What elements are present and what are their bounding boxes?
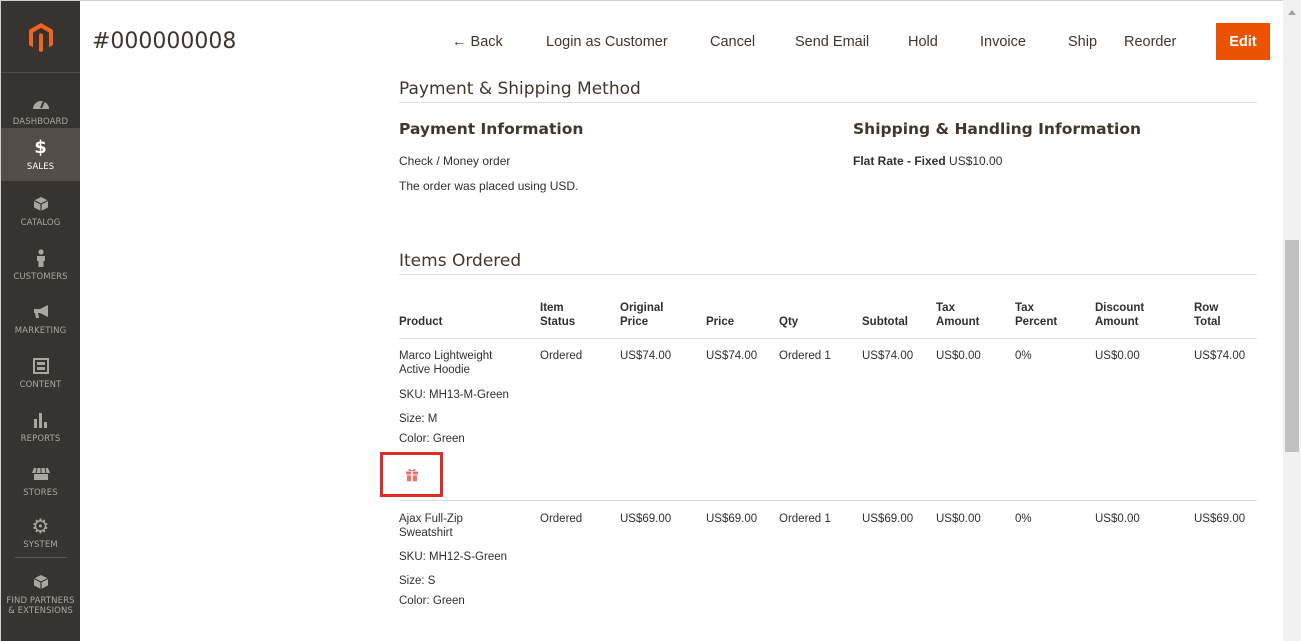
magento-logo[interactable] (1, 1, 80, 73)
page-title: #000000008 (92, 29, 237, 54)
reorder-button[interactable]: Reorder (1124, 24, 1176, 60)
login-as-customer-button[interactable]: Login as Customer (546, 24, 668, 60)
product-color: Color: Green (399, 595, 465, 607)
price: US$74.00 (706, 350, 758, 362)
column-header-qty: Qty (779, 316, 799, 328)
magento-logo-icon (28, 22, 53, 52)
section-divider (399, 102, 1257, 103)
sidebar-item-find-partners[interactable]: FIND PARTNERS & EXTENSIONS (1, 563, 80, 625)
tax-amount: US$0.00 (936, 350, 981, 362)
column-header-subtotal: Subtotal (862, 316, 908, 328)
product-sku: SKU: MH13-M-Green (399, 389, 509, 401)
sidebar-item-label: DASHBOARD (12, 117, 69, 127)
tax-percent: 0% (1015, 350, 1032, 362)
send-email-button[interactable]: Send Email (795, 24, 869, 60)
product-color: Color: Green (399, 433, 465, 445)
sidebar-item-system[interactable]: ⚙ SYSTEM (1, 506, 80, 560)
sidebar-item-stores[interactable]: STORES (1, 454, 80, 508)
items-ordered-section-title: Items Ordered (399, 251, 522, 271)
sidebar-item-sales[interactable]: $ SALES (1, 128, 80, 181)
discount-amount: US$0.00 (1095, 513, 1140, 525)
dashboard-icon (31, 93, 51, 113)
sidebar-item-reports[interactable]: REPORTS (1, 400, 80, 454)
dollar-icon: $ (34, 137, 47, 158)
product-name: Ajax Full-Zip Sweatshirt (399, 513, 463, 539)
original-price: US$69.00 (620, 513, 672, 525)
payment-method: Check / Money order (399, 154, 511, 168)
table-header-divider (399, 338, 1257, 339)
payment-currency-note: The order was placed using USD. (399, 179, 579, 193)
product-size: Size: M (399, 413, 438, 425)
sidebar-item-label: STORES (23, 488, 58, 498)
sidebar-item-label: REPORTS (20, 434, 61, 444)
store-icon (31, 464, 51, 484)
gear-icon: ⚙ (31, 514, 50, 538)
column-header-tax-percent: Tax Percent (1015, 302, 1058, 328)
item-status: Ordered (540, 350, 583, 362)
bar-chart-icon (31, 410, 51, 430)
sidebar-item-label: CATALOG (20, 218, 61, 228)
shipping-handling-title: Shipping & Handling Information (853, 120, 1142, 138)
admin-sidebar: DASHBOARD $ SALES CATALOG CUSTOMERS MARK… (1, 1, 80, 641)
discount-amount: US$0.00 (1095, 350, 1140, 362)
payment-shipping-section-title: Payment & Shipping Method (399, 79, 641, 99)
cancel-button[interactable]: Cancel (710, 24, 755, 60)
column-header-item-status: Item Status (540, 302, 576, 328)
sidebar-item-customers[interactable]: CUSTOMERS (1, 238, 80, 292)
invoice-button[interactable]: Invoice (980, 24, 1026, 60)
gift-icon[interactable] (405, 468, 419, 482)
gift-options-highlight[interactable] (380, 452, 443, 497)
scroll-up-arrow-icon[interactable] (1288, 10, 1296, 15)
shipping-method: Flat Rate - Fixed US$10.00 (853, 154, 1003, 168)
column-header-price: Price (706, 316, 735, 328)
original-price: US$74.00 (620, 350, 672, 362)
subtotal: US$74.00 (862, 350, 914, 362)
qty: Ordered 1 (779, 513, 831, 525)
sidebar-item-label: FIND PARTNERS & EXTENSIONS (6, 596, 75, 616)
price: US$69.00 (706, 513, 758, 525)
person-icon (31, 248, 51, 268)
product-size: Size: S (399, 575, 436, 587)
sidebar-item-catalog[interactable]: CATALOG (1, 184, 80, 238)
table-row-divider (399, 500, 1257, 501)
product-sku: SKU: MH12-S-Green (399, 551, 508, 563)
sidebar-item-label: CONTENT (19, 380, 62, 390)
megaphone-icon (31, 302, 51, 322)
sidebar-item-content[interactable]: CONTENT (1, 346, 80, 400)
qty: Ordered 1 (779, 350, 831, 362)
section-divider (399, 274, 1257, 275)
row-total: US$69.00 (1194, 513, 1246, 525)
sidebar-item-label: CUSTOMERS (13, 272, 68, 282)
tax-percent: 0% (1015, 513, 1032, 525)
subtotal: US$69.00 (862, 513, 914, 525)
tax-amount: US$0.00 (936, 513, 981, 525)
cube-icon (31, 572, 51, 592)
row-total: US$74.00 (1194, 350, 1246, 362)
item-status: Ordered (540, 513, 583, 525)
ship-button[interactable]: Ship (1068, 24, 1097, 60)
column-header-discount-amount: Discount Amount (1095, 302, 1145, 328)
column-header-product: Product (399, 316, 443, 328)
sidebar-item-marketing[interactable]: MARKETING (1, 292, 80, 346)
sidebar-divider (15, 557, 67, 558)
sidebar-item-label: SYSTEM (23, 540, 58, 550)
hold-button[interactable]: Hold (908, 24, 938, 60)
column-header-original-price: Original Price (620, 302, 664, 328)
product-name: Marco Lightweight Active Hoodie (399, 350, 493, 376)
content-icon (31, 356, 51, 376)
column-header-row-total: Row Total (1194, 302, 1221, 328)
payment-information-title: Payment Information (399, 120, 584, 138)
box-icon (31, 194, 51, 214)
scrollbar-thumb[interactable] (1285, 240, 1299, 452)
edit-button[interactable]: Edit (1216, 23, 1270, 60)
column-header-tax-amount: Tax Amount (936, 302, 980, 328)
vertical-scrollbar[interactable] (1283, 0, 1301, 641)
back-button[interactable]: ← Back (452, 24, 503, 60)
sidebar-item-label: MARKETING (14, 326, 67, 336)
sidebar-item-label: SALES (26, 161, 55, 172)
